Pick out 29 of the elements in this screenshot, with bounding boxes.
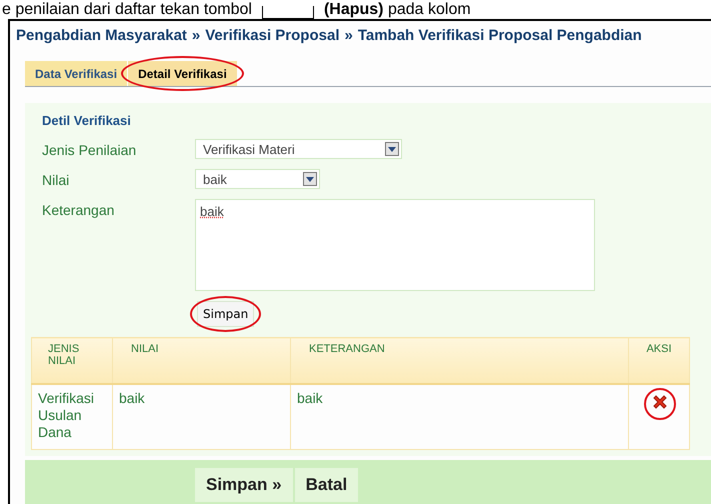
breadcrumb-link[interactable]: Pengabdian Masyarakat — [16, 27, 187, 49]
delete-icon[interactable] — [650, 393, 668, 411]
save-button[interactable]: Simpan — [197, 301, 254, 327]
tab[interactable]: Data Verifikasi — [25, 61, 128, 86]
breadcrumb-link[interactable]: Tambah Verifikasi Proposal Pengabdian — [358, 27, 642, 49]
dropdown[interactable]: Verifikasi Materi — [195, 139, 402, 159]
field-label: Nilai — [42, 171, 70, 188]
document-text: (Hapus) pada kolom — [324, 0, 471, 19]
dropdown[interactable]: baik — [195, 169, 320, 189]
breadcrumb-separator: » — [192, 27, 200, 46]
caret-icon — [388, 146, 396, 152]
column-header: KETERANGAN — [290, 338, 628, 384]
column-header: JENIS NILAI — [32, 338, 112, 384]
column-header: NILAI — [112, 338, 290, 384]
text-area[interactable]: baik — [195, 199, 595, 291]
breadcrumb-link[interactable]: Verifikasi Proposal — [205, 27, 340, 49]
caret-icon — [306, 176, 314, 182]
breadcrumb-separator: » — [344, 27, 353, 46]
section-title: Detil Verifikasi — [42, 113, 132, 130]
table-cell: baik — [290, 384, 628, 450]
table-cell: Verifikasi Usulan Dana — [32, 384, 112, 450]
table-cell: baik — [112, 384, 290, 450]
document-text: e penilaian dari daftar tekan tombol — [2, 0, 252, 19]
column-header: AKSI — [628, 338, 690, 384]
save-button[interactable]: Simpan » — [195, 468, 293, 502]
field-label: Keterangan — [42, 201, 116, 218]
tab[interactable]: Detail Verifikasi — [128, 61, 237, 86]
field-label: Jenis Penilaian — [42, 141, 138, 158]
cancel-button[interactable]: Batal — [294, 468, 358, 502]
